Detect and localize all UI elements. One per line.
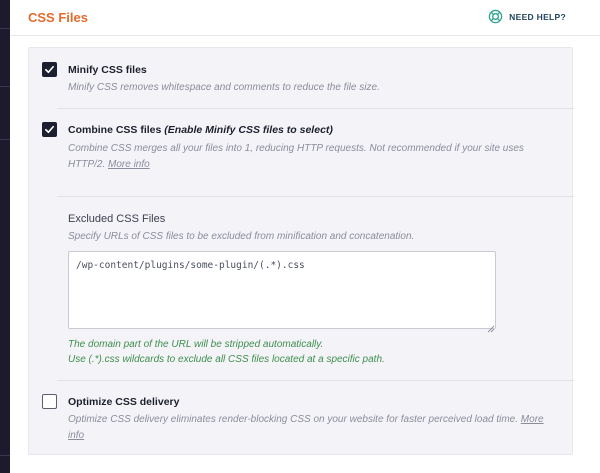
- combine-css-hint: (Enable Minify CSS files to select): [164, 124, 333, 136]
- lifebuoy-icon: [488, 9, 503, 24]
- optimize-css-checkbox[interactable]: [42, 394, 57, 409]
- admin-sidebar-edge: [0, 0, 10, 473]
- sidebar-edge-tick: [0, 139, 10, 140]
- combine-css-description: Combine CSS merges all your files into 1…: [68, 141, 558, 173]
- css-options-panel: Minify CSS files Minify CSS removes whit…: [28, 47, 574, 455]
- minify-css-label[interactable]: Minify CSS files: [68, 64, 147, 76]
- minify-css-description: Minify CSS removes whitespace and commen…: [68, 82, 380, 93]
- excluded-css-title: Excluded CSS Files: [68, 213, 166, 225]
- combine-css-label-text: Combine CSS files: [68, 124, 162, 136]
- section-header: CSS Files NEED HELP?: [10, 0, 600, 36]
- need-help-link[interactable]: NEED HELP?: [488, 9, 566, 24]
- textarea-resize-handle[interactable]: [487, 320, 495, 333]
- sidebar-edge-tick: [0, 28, 10, 29]
- combine-more-info-link[interactable]: More info: [108, 159, 150, 170]
- sidebar-edge-tick: [0, 86, 10, 87]
- optimize-css-description: Optimize CSS delivery eliminates render-…: [68, 412, 558, 444]
- section-title: CSS Files: [28, 10, 88, 25]
- divider: [57, 196, 574, 197]
- wildcard-note: Use (.*).css wildcards to exclude all CS…: [68, 354, 385, 365]
- optimize-css-description-text: Optimize CSS delivery eliminates render-…: [68, 414, 519, 425]
- combine-css-label[interactable]: Combine CSS files (Enable Minify CSS fil…: [68, 124, 333, 136]
- combine-css-checkbox[interactable]: [42, 122, 57, 137]
- need-help-label: NEED HELP?: [509, 11, 566, 22]
- optimize-css-label[interactable]: Optimize CSS delivery: [68, 396, 179, 408]
- excluded-css-description: Specify URLs of CSS files to be excluded…: [68, 231, 415, 242]
- divider: [57, 380, 574, 381]
- minify-css-checkbox[interactable]: [42, 62, 57, 77]
- sidebar-edge-tick: [0, 455, 10, 456]
- divider: [57, 108, 574, 109]
- domain-strip-note: The domain part of the URL will be strip…: [68, 339, 324, 350]
- excluded-css-textarea[interactable]: /wp-content/plugins/some-plugin/(.*).css: [68, 251, 496, 329]
